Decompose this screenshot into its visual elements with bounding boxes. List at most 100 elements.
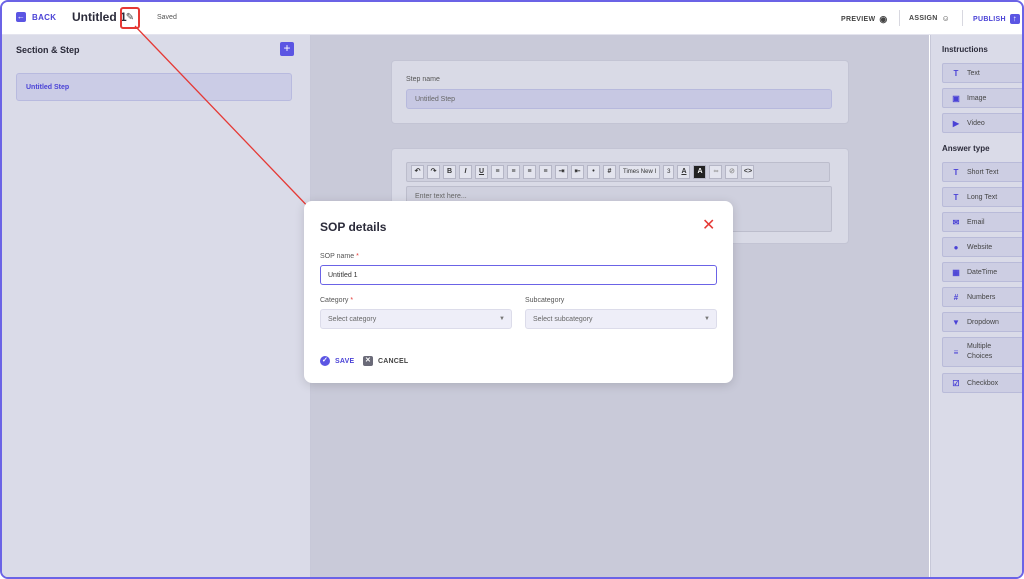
cancel-label: CANCEL: [378, 357, 409, 365]
answer-email[interactable]: ✉ Email: [942, 212, 1022, 232]
top-bar: ← BACK Untitled 1 ✎ Saved PREVIEW ◉ ASSI…: [2, 2, 1022, 35]
add-step-button[interactable]: +: [280, 42, 294, 56]
outdent-icon[interactable]: ⇤: [571, 165, 584, 179]
publish-icon: ↑: [1009, 14, 1020, 24]
item-label: Text: [967, 69, 980, 77]
highlight-color-icon[interactable]: A: [693, 165, 707, 179]
components-panel: Instructions T Text ▣ Image ▶ Video Answer …: [930, 35, 1022, 577]
font-family-select[interactable]: Times New I: [619, 165, 661, 179]
numbered-list-icon[interactable]: #: [603, 165, 616, 179]
list-icon: ≡: [953, 347, 959, 357]
dropdown-icon: ▼: [952, 317, 960, 327]
back-label: BACK: [32, 12, 57, 22]
back-button[interactable]: ← BACK: [16, 12, 56, 22]
align-center-icon[interactable]: ≡: [507, 165, 520, 179]
align-right-icon[interactable]: ≡: [523, 165, 536, 179]
required-mark: *: [356, 253, 359, 260]
app-window: ← BACK Untitled 1 ✎ Saved PREVIEW ◉ ASSI…: [0, 0, 1024, 579]
answer-dropdown[interactable]: ▼ Dropdown: [942, 312, 1022, 332]
answer-checkbox[interactable]: ☑ Checkbox: [942, 373, 1022, 393]
cancel-button[interactable]: ✕ CANCEL: [363, 356, 408, 366]
undo-icon[interactable]: ↶: [411, 165, 424, 179]
bold-button[interactable]: B: [443, 165, 456, 179]
item-label: Email: [967, 218, 985, 226]
close-square-icon: ✕: [363, 356, 373, 366]
calendar-icon: ▦: [952, 267, 960, 277]
item-label: DateTime: [967, 268, 998, 276]
item-label: Dropdown: [967, 318, 999, 326]
publish-button[interactable]: PUBLISH ↑: [973, 14, 1020, 24]
answer-datetime[interactable]: ▦ DateTime: [942, 262, 1022, 282]
answer-multiple-choices[interactable]: ≡ Multiple Choices: [942, 337, 1022, 367]
checkbox-icon: ☑: [952, 378, 960, 388]
answer-long-text[interactable]: T Long Text: [942, 187, 1022, 207]
align-justify-icon[interactable]: ≡: [539, 165, 552, 179]
required-mark: *: [350, 297, 354, 304]
section-step-panel: Section & Step + Untitled Step: [2, 35, 311, 577]
align-left-icon[interactable]: ≡: [491, 165, 504, 179]
check-circle-icon: ✓: [320, 356, 330, 366]
answer-type-heading: Answer type: [942, 144, 990, 153]
users-icon: ☺: [941, 14, 951, 23]
indent-icon[interactable]: ⇥: [555, 165, 568, 179]
sop-name-input[interactable]: Untitled 1: [320, 265, 717, 285]
image-icon: ▣: [952, 93, 960, 103]
item-label: Multiple Choices: [967, 343, 993, 360]
edit-title-pencil-icon[interactable]: ✎: [120, 7, 140, 29]
font-size-select[interactable]: 3: [663, 165, 675, 179]
instructions-heading: Instructions: [942, 45, 988, 54]
text-type-icon: T: [953, 167, 959, 177]
video-icon: ▶: [952, 118, 960, 128]
category-select[interactable]: Select category ▼: [320, 309, 512, 329]
category-label: Category *: [320, 297, 353, 304]
bullet-list-icon[interactable]: •: [587, 165, 600, 179]
divider: [899, 10, 900, 26]
assign-label: ASSIGN: [909, 15, 938, 22]
link-icon[interactable]: ∞: [709, 165, 723, 179]
subcategory-label: Subcategory: [525, 297, 565, 304]
globe-icon: ●: [953, 242, 959, 252]
step-list-item[interactable]: Untitled Step: [16, 73, 292, 101]
code-view-icon[interactable]: <>: [741, 165, 755, 179]
preview-label: PREVIEW: [841, 16, 876, 23]
unlink-icon[interactable]: ⊘: [725, 165, 739, 179]
back-arrow-icon: ←: [16, 12, 26, 22]
eye-icon: ◉: [879, 14, 888, 24]
instruction-text[interactable]: T Text: [942, 63, 1022, 83]
plus-icon: +: [283, 41, 291, 55]
chevron-down-icon: ▼: [499, 316, 505, 322]
text-color-icon[interactable]: A: [677, 165, 691, 179]
preview-button[interactable]: PREVIEW ◉: [841, 14, 888, 25]
italic-button[interactable]: I: [459, 165, 472, 179]
item-label: Website: [967, 243, 993, 251]
select-placeholder: Select subcategory: [533, 316, 593, 323]
hash-icon: #: [953, 292, 959, 302]
assign-button[interactable]: ASSIGN ☺: [909, 14, 950, 23]
save-button[interactable]: ✓ SAVE: [320, 356, 354, 366]
underline-button[interactable]: U: [475, 165, 488, 179]
item-label: Image: [967, 94, 987, 102]
subcategory-select[interactable]: Select subcategory ▼: [525, 309, 717, 329]
answer-short-text[interactable]: T Short Text: [942, 162, 1022, 182]
chevron-down-icon: ▼: [704, 316, 710, 322]
sop-title: Untitled 1: [72, 10, 127, 24]
item-label: Long Text: [967, 193, 998, 201]
mail-icon: ✉: [952, 217, 960, 227]
instruction-image[interactable]: ▣ Image: [942, 88, 1022, 108]
sop-name-label: SOP name *: [320, 253, 359, 260]
step-name-input[interactable]: Untitled Step: [406, 89, 832, 109]
divider: [962, 10, 963, 26]
publish-label: PUBLISH: [973, 15, 1006, 23]
item-label: Video: [967, 119, 985, 127]
answer-numbers[interactable]: # Numbers: [942, 287, 1022, 307]
answer-website[interactable]: ● Website: [942, 237, 1022, 257]
instruction-video[interactable]: ▶ Video: [942, 113, 1022, 133]
save-status: Saved: [157, 14, 177, 21]
editor-placeholder: Enter text here...: [415, 193, 467, 200]
step-name-card: Step name Untitled Step: [391, 60, 849, 124]
close-icon[interactable]: ✕: [702, 215, 715, 235]
redo-icon[interactable]: ↷: [427, 165, 440, 179]
label-text: Category: [320, 297, 349, 304]
sop-details-modal: SOP details ✕ SOP name * Untitled 1 Cate…: [304, 201, 733, 383]
step-name-label: Step name: [406, 76, 440, 83]
